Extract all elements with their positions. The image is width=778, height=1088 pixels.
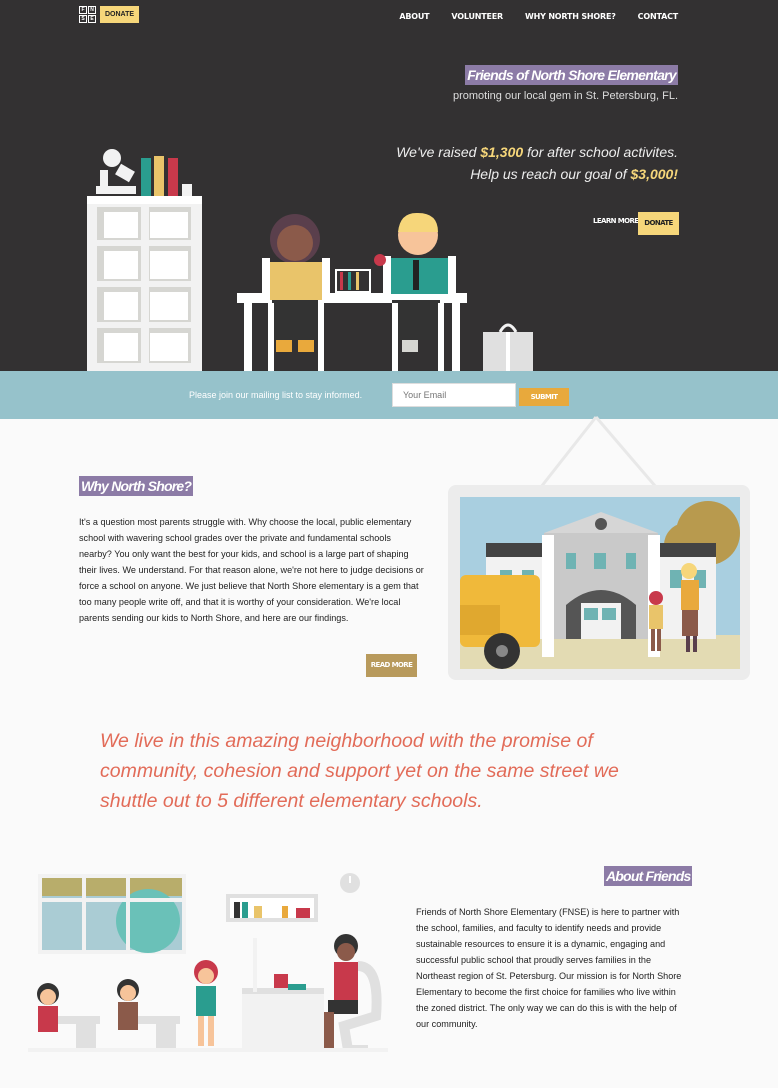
mailing-list-bar: Please join our mailing list to stay inf… xyxy=(0,371,778,419)
about-title: About Friends xyxy=(604,866,693,886)
neighborhood-quote: We live in this amazing neighborhood wit… xyxy=(100,730,619,812)
mailing-list-text: Please join our mailing list to stay inf… xyxy=(189,390,363,400)
read-more-button[interactable]: READ MORE xyxy=(366,654,417,677)
why-body: It's a question most parents struggle wi… xyxy=(79,517,424,623)
hero-section: F N S E DONATE ABOUT VOLUNTEER WHY NORTH… xyxy=(0,0,778,371)
classroom-illustration xyxy=(87,149,533,371)
email-input[interactable] xyxy=(392,383,516,407)
why-title: Why North Shore? xyxy=(79,476,194,496)
school-illustration xyxy=(448,416,750,680)
about-body: Friends of North Shore Elementary (FNSE)… xyxy=(416,907,682,1029)
classroom-kids-illustration xyxy=(28,873,388,1052)
submit-button[interactable]: SUBMIT xyxy=(519,388,569,406)
